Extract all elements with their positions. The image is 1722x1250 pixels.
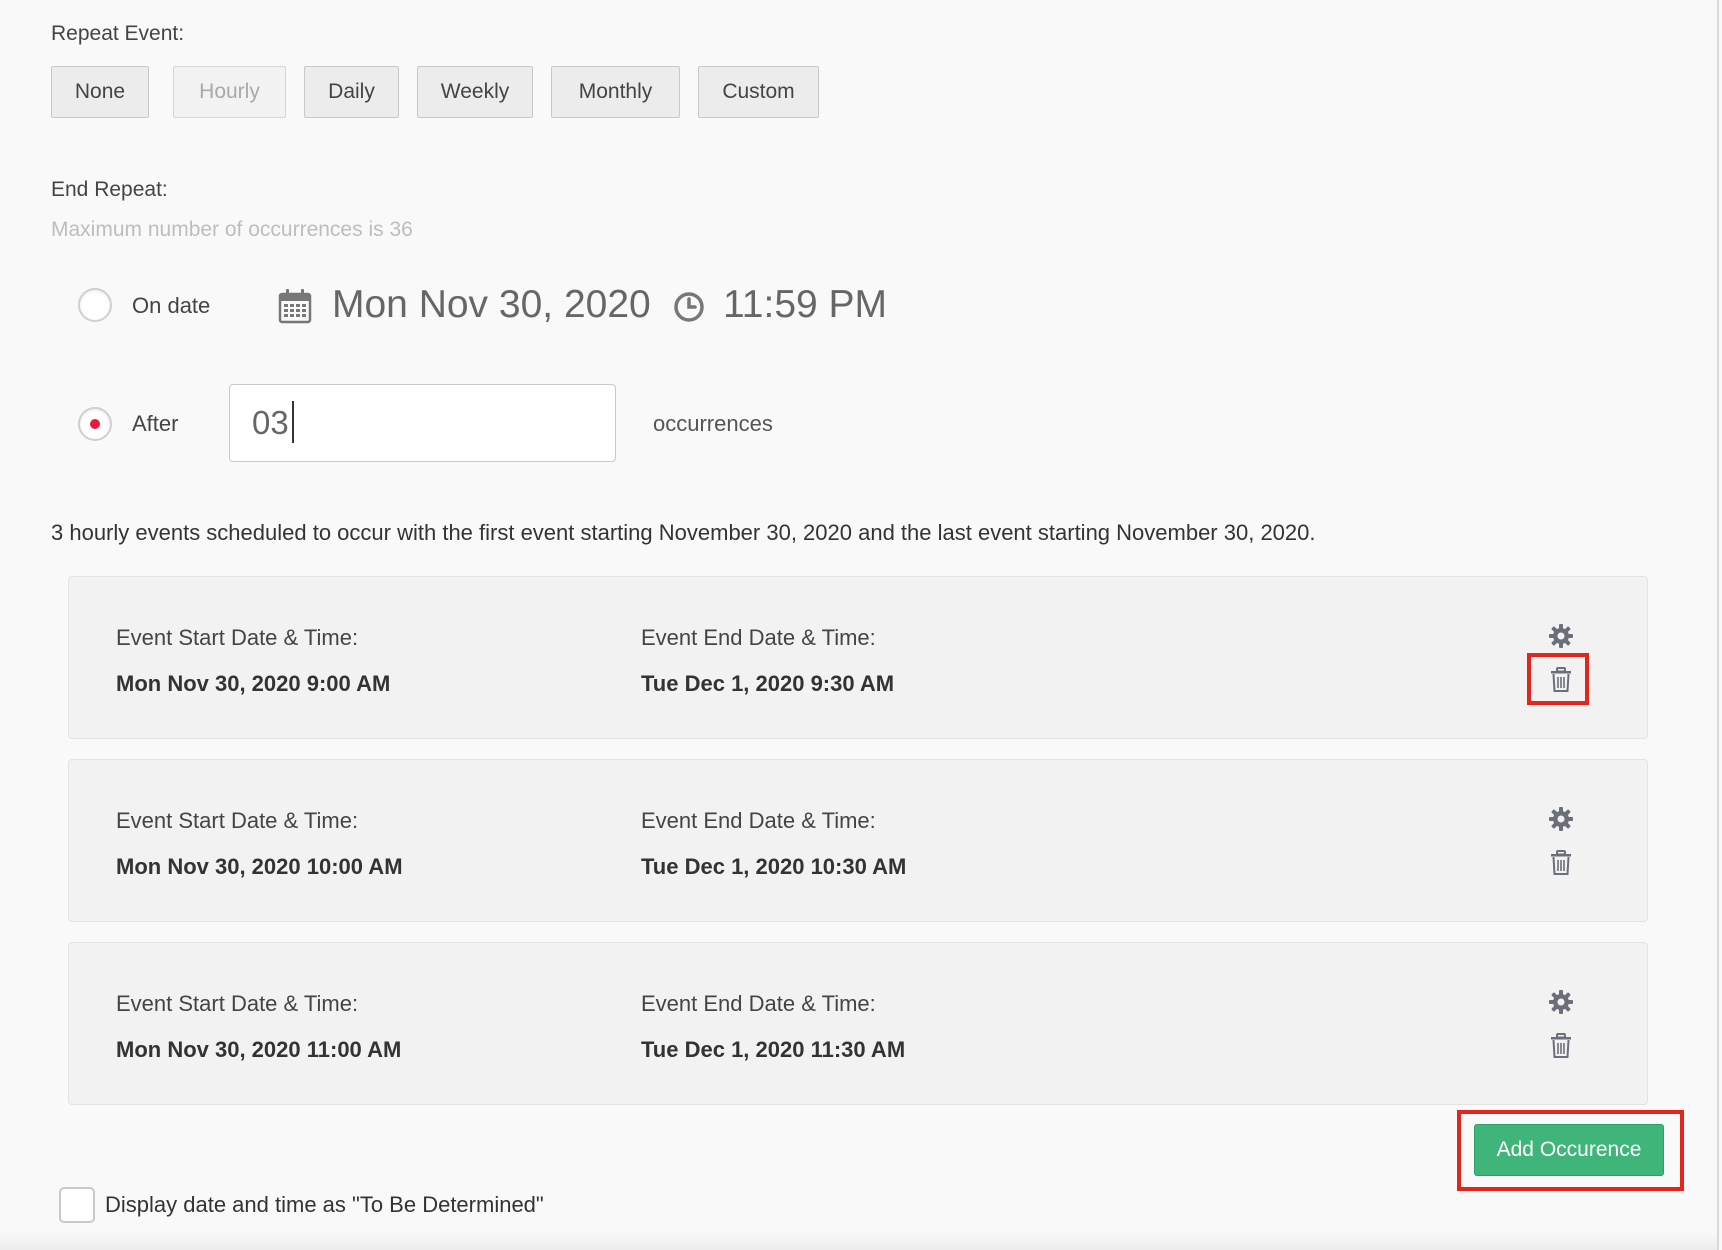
after-radio[interactable] — [78, 407, 112, 441]
repeat-daily-button[interactable]: Daily — [304, 66, 399, 118]
end-value: Tue Dec 1, 2020 9:30 AM — [641, 671, 895, 696]
clock-icon[interactable] — [673, 291, 705, 323]
after-label: After — [132, 411, 179, 436]
schedule-summary: 3 hourly events scheduled to occur with … — [51, 520, 1316, 545]
calendar-icon[interactable] — [278, 288, 312, 324]
max-occurrences-hint: Maximum number of occurrences is 36 — [51, 218, 413, 241]
tbd-checkbox[interactable] — [59, 1187, 95, 1223]
repeat-event-label: Repeat Event: — [51, 22, 185, 45]
end-repeat-label: End Repeat: — [51, 178, 168, 201]
end-label: Event End Date & Time: — [641, 625, 876, 650]
bottom-edge — [0, 1232, 1717, 1250]
repeat-hourly-button[interactable]: Hourly — [173, 66, 286, 118]
end-time-value[interactable]: 11:59 PM — [723, 283, 887, 327]
trash-icon[interactable] — [1550, 850, 1572, 876]
gear-icon[interactable] — [1548, 623, 1574, 649]
gear-icon[interactable] — [1548, 806, 1574, 832]
start-label: Event Start Date & Time: — [116, 991, 359, 1016]
occurrence-card: Event Start Date & Time: Mon Nov 30, 202… — [68, 942, 1648, 1105]
occurrence-card: Event Start Date & Time: Mon Nov 30, 202… — [68, 576, 1648, 739]
start-value: Mon Nov 30, 2020 9:00 AM — [116, 671, 391, 696]
occurrences-input[interactable] — [229, 384, 616, 462]
end-date-value[interactable]: Mon Nov 30, 2020 — [332, 283, 651, 327]
end-label: Event End Date & Time: — [641, 808, 876, 833]
repeat-monthly-button[interactable]: Monthly — [551, 66, 680, 118]
add-button-highlight-box — [1457, 1110, 1684, 1191]
trash-icon[interactable] — [1550, 1033, 1572, 1059]
on-date-radio[interactable] — [78, 288, 112, 322]
repeat-weekly-button[interactable]: Weekly — [417, 66, 533, 118]
tbd-label[interactable]: Display date and time as "To Be Determin… — [105, 1192, 544, 1218]
start-label: Event Start Date & Time: — [116, 625, 359, 650]
on-date-label: On date — [132, 293, 211, 318]
repeat-none-button[interactable]: None — [51, 66, 149, 118]
radio-selected-dot — [90, 419, 100, 429]
start-value: Mon Nov 30, 2020 10:00 AM — [116, 854, 403, 879]
occurrences-suffix: occurrences — [653, 411, 773, 436]
start-label: Event Start Date & Time: — [116, 808, 359, 833]
end-value: Tue Dec 1, 2020 11:30 AM — [641, 1037, 906, 1062]
start-value: Mon Nov 30, 2020 11:00 AM — [116, 1037, 402, 1062]
occurrence-card: Event Start Date & Time: Mon Nov 30, 202… — [68, 759, 1648, 922]
gear-icon[interactable] — [1548, 989, 1574, 1015]
text-caret — [292, 401, 294, 443]
end-label: Event End Date & Time: — [641, 991, 876, 1016]
trash-highlight-box — [1527, 653, 1589, 705]
scrollbar[interactable] — [1717, 0, 1719, 1250]
repeat-custom-button[interactable]: Custom — [698, 66, 819, 118]
end-value: Tue Dec 1, 2020 10:30 AM — [641, 854, 907, 879]
